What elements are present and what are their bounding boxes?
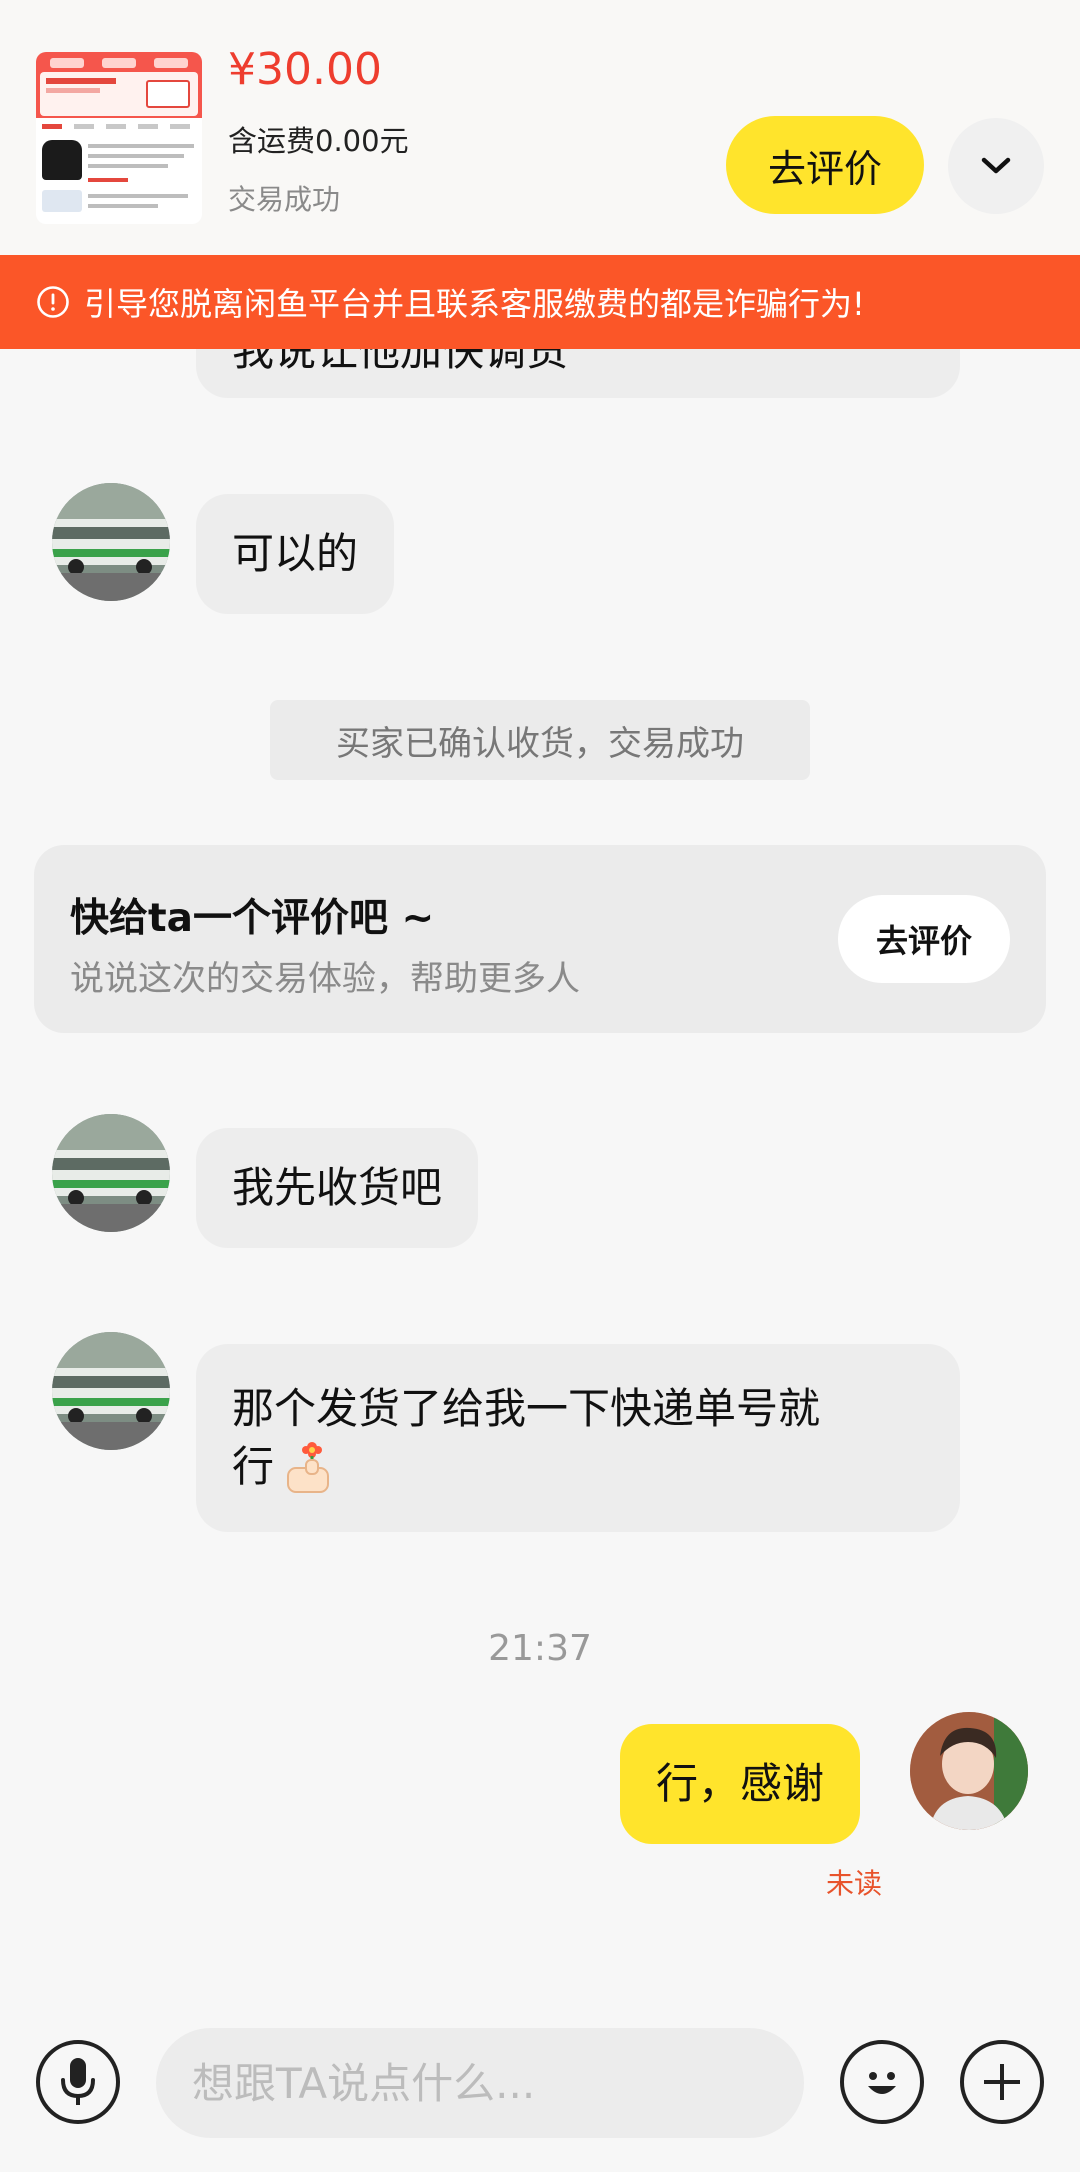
product-thumbnail[interactable] bbox=[36, 52, 202, 224]
review-card-subtitle: 说说这次的交易体验，帮助更多人 bbox=[70, 959, 580, 999]
more-button[interactable] bbox=[960, 2040, 1044, 2124]
bus-photo-icon bbox=[52, 1114, 170, 1232]
warning-text: 引导您脱离闲鱼平台并且联系客服缴费的都是诈骗行为! bbox=[84, 285, 865, 323]
message-text: 行，感谢 bbox=[656, 1759, 825, 1808]
message-text: 我先收货吧 bbox=[232, 1163, 443, 1212]
voice-button[interactable] bbox=[36, 2040, 120, 2124]
other-user-avatar[interactable] bbox=[52, 1114, 170, 1232]
message-text-line1: 那个发货了给我一下快递单号就 bbox=[232, 1384, 821, 1433]
review-prompt-card: 快给ta一个评价吧 ~ 说说这次的交易体验，帮助更多人 去评价 bbox=[34, 845, 1046, 1033]
input-bar bbox=[0, 2000, 1080, 2172]
message-bubble-left[interactable]: 那个发货了给我一下快递单号就 行 bbox=[196, 1344, 960, 1532]
microphone-icon bbox=[61, 2058, 95, 2105]
message-input[interactable] bbox=[156, 2028, 804, 2138]
review-button[interactable]: 去评价 bbox=[726, 116, 924, 214]
system-notice: 买家已确认收货，交易成功 bbox=[270, 700, 810, 780]
product-header: ¥30.00 含运费0.00元 交易成功 去评价 bbox=[0, 0, 1080, 255]
review-card-button[interactable]: 去评价 bbox=[838, 895, 1010, 983]
message-text-line2: 行 bbox=[232, 1442, 275, 1491]
my-avatar[interactable] bbox=[910, 1712, 1028, 1830]
product-price: ¥30.00 bbox=[228, 44, 382, 95]
message-bubble-left[interactable]: 我先收货吧 bbox=[196, 1128, 479, 1248]
alert-circle-icon bbox=[37, 286, 69, 318]
other-user-avatar[interactable] bbox=[52, 1332, 170, 1450]
message-text: 可以的 bbox=[232, 529, 359, 578]
emoji-icon bbox=[868, 2072, 896, 2094]
read-status: 未读 bbox=[826, 1867, 883, 1900]
order-status: 交易成功 bbox=[228, 183, 341, 216]
emoji-button[interactable] bbox=[840, 2040, 924, 2124]
bus-photo-icon bbox=[52, 483, 170, 601]
message-timestamp: 21:37 bbox=[488, 1628, 592, 1669]
fraud-warning-banner-overlay: 引导您脱离闲鱼平台并且联系客服缴费的都是诈骗行为! bbox=[0, 255, 1080, 349]
plus-icon bbox=[984, 2064, 1020, 2100]
message-bubble-right[interactable]: 行，感谢 bbox=[620, 1724, 861, 1844]
thumbs-up-flower-emoji-icon bbox=[287, 1442, 330, 1493]
shipping-fee: 含运费0.00元 bbox=[228, 124, 409, 158]
profile-photo-icon bbox=[910, 1712, 1028, 1830]
other-user-avatar[interactable] bbox=[52, 483, 170, 601]
review-card-title: 快给ta一个评价吧 ~ bbox=[70, 896, 435, 941]
chevron-down-icon bbox=[981, 157, 1011, 174]
message-bubble-left[interactable]: 可以的 bbox=[196, 494, 395, 614]
expand-button[interactable] bbox=[948, 118, 1044, 214]
bus-photo-icon bbox=[52, 1332, 170, 1450]
